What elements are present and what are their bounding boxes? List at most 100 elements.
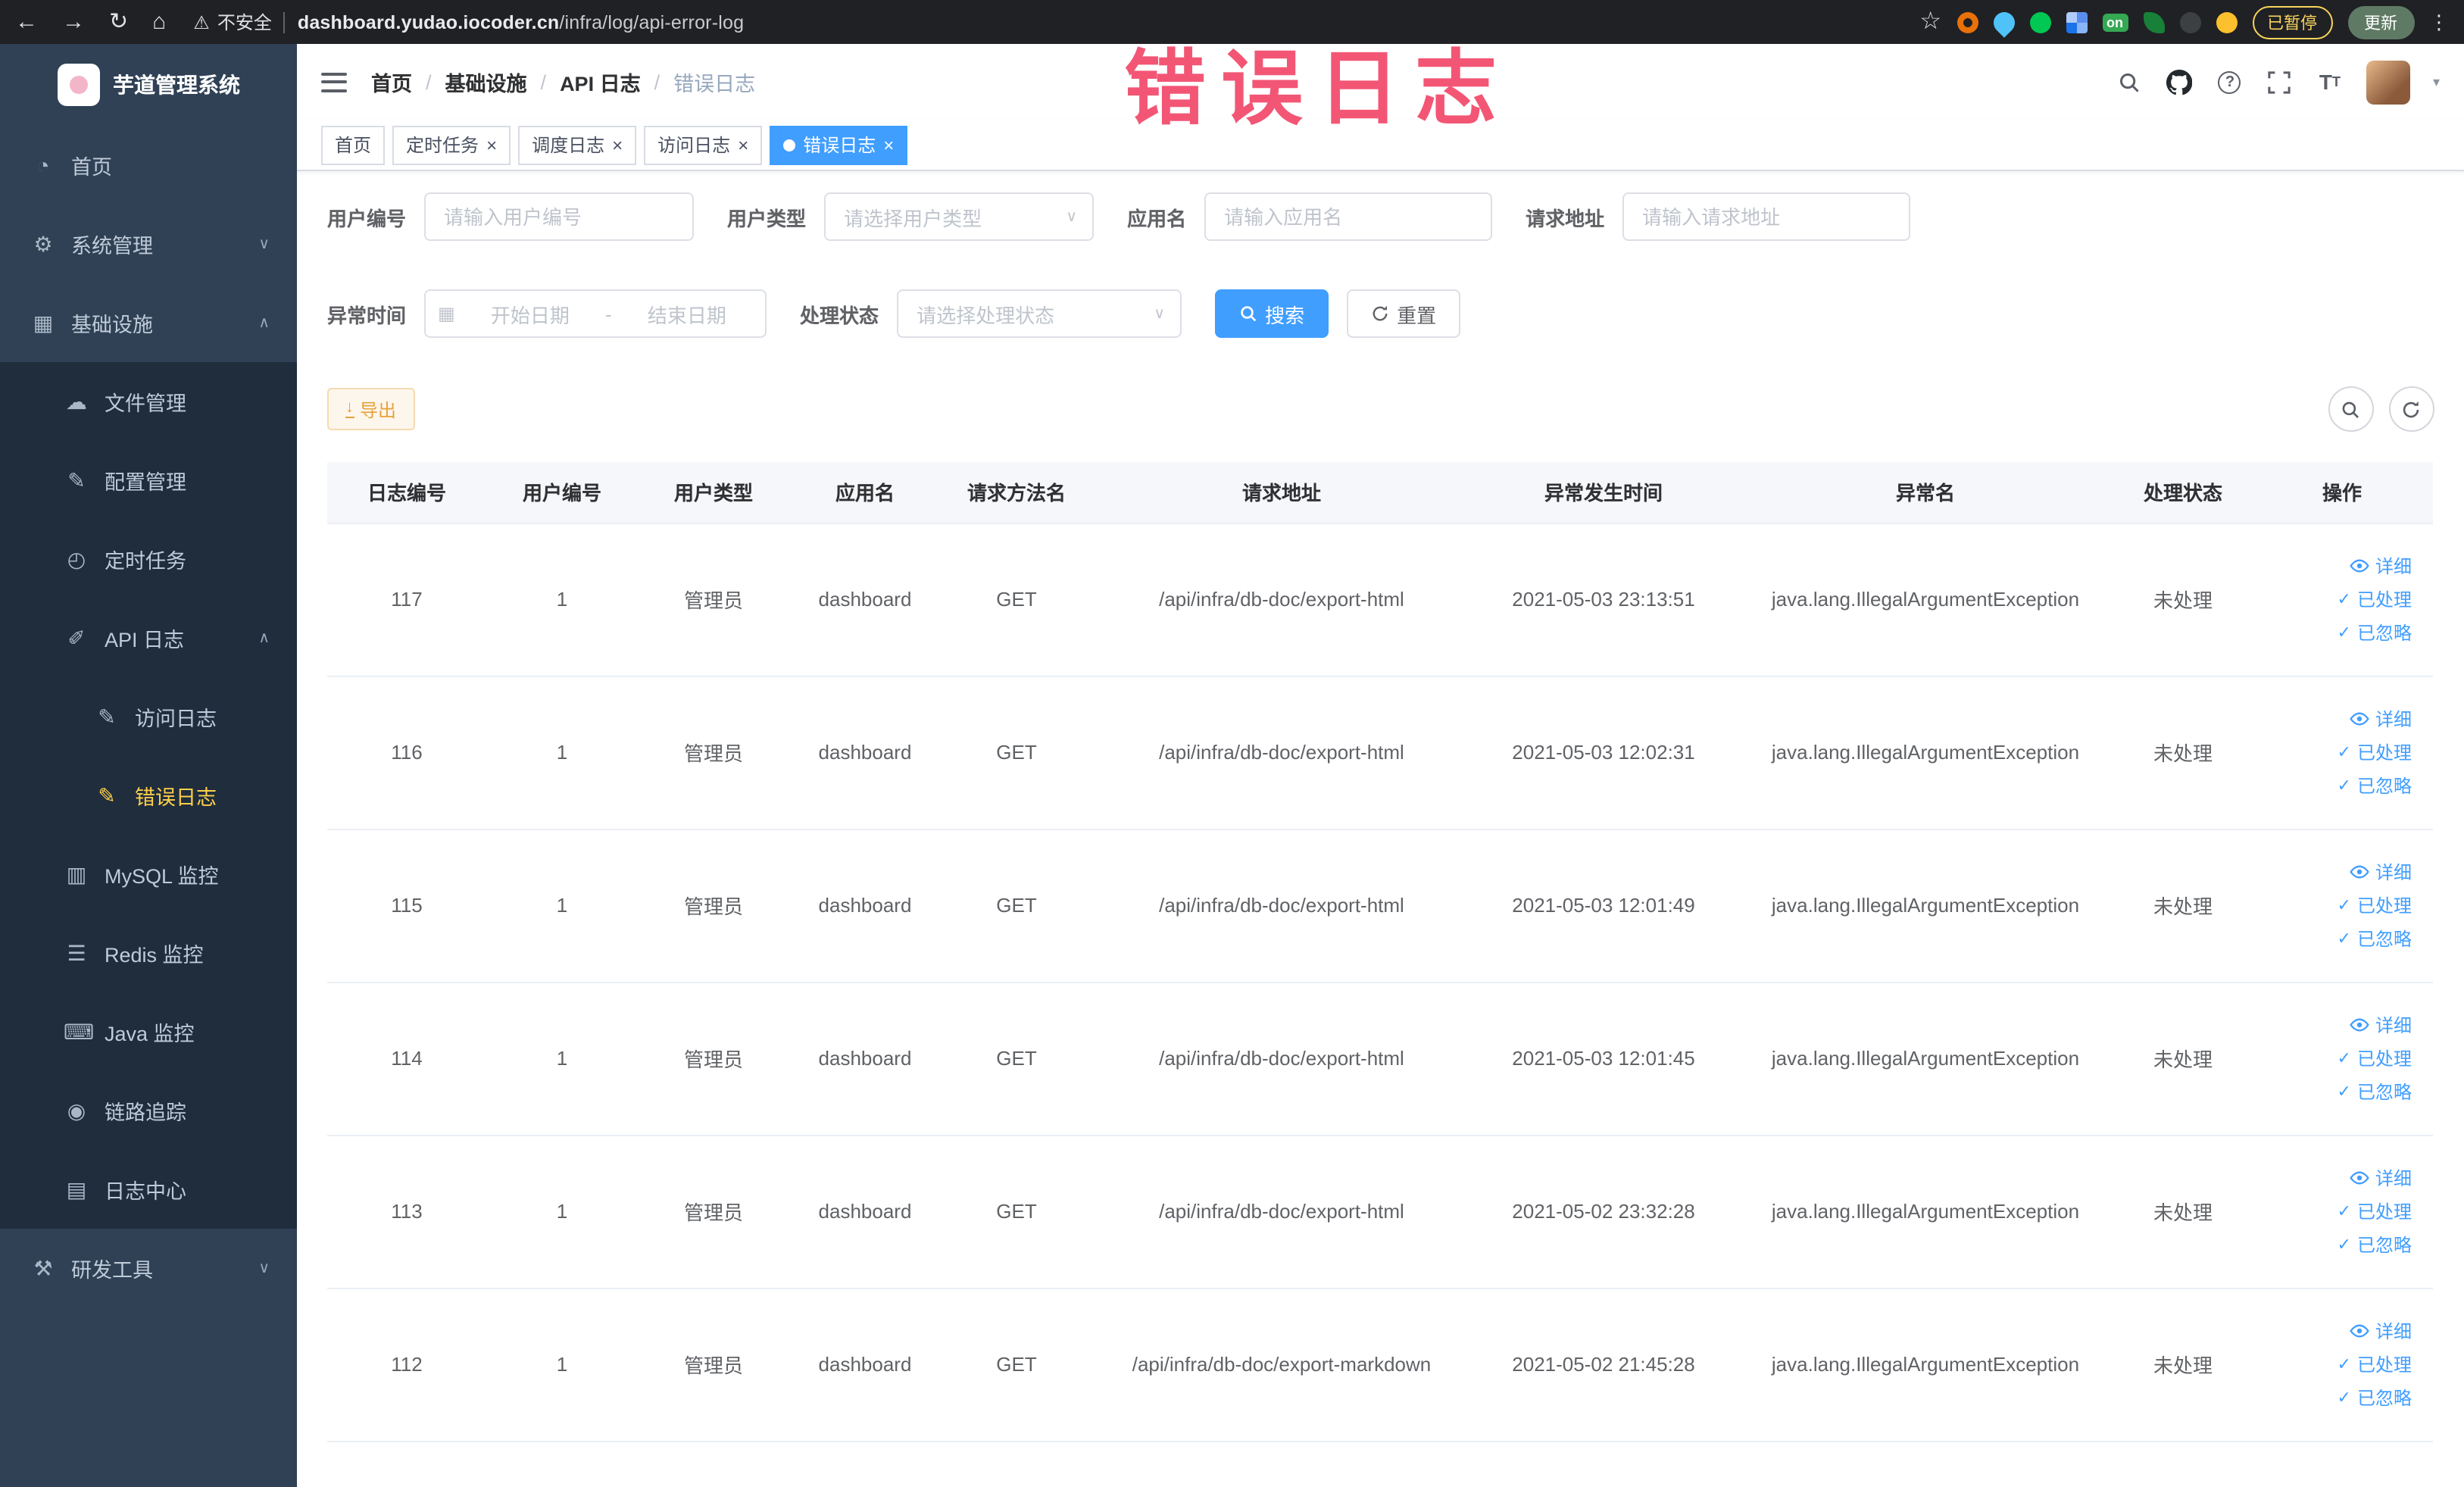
caret-down-icon[interactable]: ▾ bbox=[2433, 73, 2440, 90]
extension-green-icon[interactable] bbox=[2029, 11, 2050, 33]
sidebar-item-error-log[interactable]: ✎ 错误日志 bbox=[0, 756, 297, 835]
sidebar-item-scheduled-jobs[interactable]: ◴ 定时任务 bbox=[0, 520, 297, 598]
browser-home-icon[interactable]: ⌂ bbox=[152, 11, 166, 33]
export-button[interactable]: ↓ 导出 bbox=[327, 388, 415, 430]
tab-home[interactable]: 首页 bbox=[321, 125, 386, 164]
cell-exception-name: java.lang.IllegalArgumentException bbox=[1736, 829, 2115, 982]
tab-scheduled-jobs[interactable]: 定时任务 × bbox=[392, 125, 511, 164]
tab-access-log[interactable]: 访问日志 × bbox=[644, 125, 763, 164]
detail-link[interactable]: 详细 bbox=[2251, 549, 2412, 583]
detail-link[interactable]: 详细 bbox=[2251, 1314, 2412, 1348]
sidebar-item-access-log[interactable]: ✎ 访问日志 bbox=[0, 677, 297, 756]
hamburger-icon[interactable] bbox=[321, 72, 347, 92]
close-icon[interactable]: × bbox=[738, 136, 748, 154]
close-icon[interactable]: × bbox=[612, 136, 623, 154]
sidebar-item-mysql-monitor[interactable]: ▥ MySQL 监控 bbox=[0, 835, 297, 914]
breadcrumb-infrastructure[interactable]: 基础设施 bbox=[445, 67, 527, 97]
extension-on-badge[interactable]: on bbox=[2102, 13, 2128, 31]
tab-dispatch-log[interactable]: 调度日志 × bbox=[518, 125, 637, 164]
mark-processed-link[interactable]: ✓ 已处理 bbox=[2251, 1195, 2412, 1228]
detail-link[interactable]: 详细 bbox=[2251, 1008, 2412, 1042]
extension-grid-icon[interactable] bbox=[2066, 11, 2087, 33]
cell-user-type: 管理员 bbox=[638, 829, 789, 982]
font-size-icon[interactable]: TT bbox=[2316, 68, 2344, 95]
sidebar-item-tracing[interactable]: ◉ 链路追踪 bbox=[0, 1071, 297, 1150]
extension-orange-icon[interactable] bbox=[1957, 11, 1978, 33]
cell-exception-time: 2021-05-03 12:01:49 bbox=[1471, 829, 1736, 982]
paused-button[interactable]: 已暂停 bbox=[2252, 5, 2332, 39]
sidebar-item-dev-tools[interactable]: ⚒ 研发工具 ∨ bbox=[0, 1229, 297, 1307]
mark-processed-link[interactable]: ✓ 已处理 bbox=[2251, 583, 2412, 616]
mark-processed-link[interactable]: ✓ 已处理 bbox=[2251, 1042, 2412, 1075]
site-security[interactable]: ⚠ 不安全 bbox=[193, 9, 272, 35]
breadcrumb-api-log[interactable]: API 日志 bbox=[560, 67, 641, 97]
breadcrumb-home[interactable]: 首页 bbox=[371, 67, 412, 97]
browser-back-icon[interactable]: ← bbox=[15, 11, 38, 33]
sidebar-item-system[interactable]: ⚙ 系统管理 ∨ bbox=[0, 205, 297, 283]
search-icon[interactable] bbox=[2116, 68, 2144, 95]
browser-forward-icon[interactable]: → bbox=[62, 11, 85, 33]
reset-button[interactable]: 重置 bbox=[1347, 289, 1461, 338]
refresh-button[interactable] bbox=[2388, 386, 2434, 432]
user-type-select[interactable]: 请选择用户类型 ∨ bbox=[824, 192, 1095, 241]
tab-label: 调度日志 bbox=[532, 135, 605, 156]
col-app-name: 应用名 bbox=[789, 462, 941, 523]
detail-link[interactable]: 详细 bbox=[2251, 855, 2412, 889]
extension-smiley-icon[interactable] bbox=[2216, 11, 2237, 33]
address-bar[interactable]: dashboard.yudao.iocoder.cn/infra/log/api… bbox=[298, 11, 744, 33]
sidebar-item-java-monitor[interactable]: ⌨ Java 监控 bbox=[0, 992, 297, 1071]
extension-drop-icon[interactable] bbox=[1988, 7, 2019, 37]
request-url-input[interactable] bbox=[1622, 192, 1911, 241]
sidebar-item-label: 研发工具 bbox=[71, 1259, 153, 1282]
mark-processed-link[interactable]: ✓ 已处理 bbox=[2251, 1348, 2412, 1381]
browser-menu-icon[interactable]: ⋮ bbox=[2429, 10, 2449, 34]
sidebar-item-log-center[interactable]: ▤ 日志中心 bbox=[0, 1150, 297, 1229]
extension-paw-icon[interactable] bbox=[2179, 11, 2200, 33]
mark-ignored-link[interactable]: ✓ 已忽略 bbox=[2251, 922, 2412, 955]
search-button[interactable]: 搜索 bbox=[1215, 289, 1329, 338]
sidebar-item-infrastructure[interactable]: ▦ 基础设施 ∧ bbox=[0, 283, 297, 362]
detail-link[interactable]: 详细 bbox=[2251, 1161, 2412, 1195]
browser-reload-icon[interactable]: ↻ bbox=[109, 11, 128, 33]
cell-exception-time: 2021-05-02 23:32:28 bbox=[1471, 1135, 1736, 1289]
mark-ignored-link[interactable]: ✓ 已忽略 bbox=[2251, 1228, 2412, 1261]
sidebar-item-file-management[interactable]: ☁ 文件管理 bbox=[0, 362, 297, 441]
extension-leaf-icon[interactable] bbox=[2143, 11, 2164, 33]
mark-ignored-link[interactable]: ✓ 已忽略 bbox=[2251, 616, 2412, 649]
app-logo[interactable]: 芋道管理系统 bbox=[0, 44, 297, 126]
update-button[interactable]: 更新 bbox=[2347, 5, 2414, 39]
action-label: 已处理 bbox=[2356, 1354, 2412, 1375]
close-icon[interactable]: × bbox=[883, 136, 894, 154]
mark-processed-link[interactable]: ✓ 已处理 bbox=[2251, 736, 2412, 769]
security-label: 不安全 bbox=[217, 12, 272, 33]
content-area: 用户编号 用户类型 请选择用户类型 ∨ 应用名 bbox=[297, 171, 2464, 1487]
process-status-select[interactable]: 请选择处理状态 ∨ bbox=[897, 289, 1182, 338]
fullscreen-icon[interactable] bbox=[2266, 68, 2294, 95]
mark-ignored-link[interactable]: ✓ 已忽略 bbox=[2251, 1075, 2412, 1108]
breadcrumb-separator: / bbox=[654, 70, 661, 93]
mark-ignored-link[interactable]: ✓ 已忽略 bbox=[2251, 769, 2412, 802]
breadcrumb-separator: / bbox=[540, 70, 547, 93]
tab-label: 定时任务 bbox=[406, 135, 479, 156]
actions-cell: 详细 ✓ 已处理 ✓ 已忽略 bbox=[2251, 523, 2433, 676]
bookmark-star-icon[interactable]: ☆ bbox=[1919, 9, 1941, 34]
close-icon[interactable]: × bbox=[486, 136, 497, 154]
date-end-placeholder: 结束日期 bbox=[647, 304, 726, 326]
sidebar-item-home[interactable]: ◔ 首页 bbox=[0, 126, 297, 205]
github-icon[interactable] bbox=[2166, 68, 2194, 95]
mark-ignored-link[interactable]: ✓ 已忽略 bbox=[2251, 1381, 2412, 1414]
action-label: 详细 bbox=[2375, 555, 2412, 576]
help-icon[interactable]: ? bbox=[2216, 68, 2244, 95]
date-range-picker[interactable]: ▦ 开始日期 - 结束日期 bbox=[424, 289, 767, 338]
user-id-input[interactable] bbox=[424, 192, 695, 241]
cell-request-url: /api/infra/db-doc/export-html bbox=[1092, 523, 1471, 676]
detail-link[interactable]: 详细 bbox=[2251, 702, 2412, 736]
mark-processed-link[interactable]: ✓ 已处理 bbox=[2251, 889, 2412, 922]
toggle-search-button[interactable] bbox=[2328, 386, 2373, 432]
sidebar-item-config-management[interactable]: ✎ 配置管理 bbox=[0, 441, 297, 520]
avatar[interactable] bbox=[2366, 60, 2410, 104]
tab-error-log[interactable]: 错误日志 × bbox=[770, 125, 908, 164]
sidebar-item-api-log[interactable]: ✐ API 日志 ∧ bbox=[0, 598, 297, 677]
sidebar-item-redis-monitor[interactable]: ☰ Redis 监控 bbox=[0, 914, 297, 992]
app-name-input[interactable] bbox=[1204, 192, 1493, 241]
